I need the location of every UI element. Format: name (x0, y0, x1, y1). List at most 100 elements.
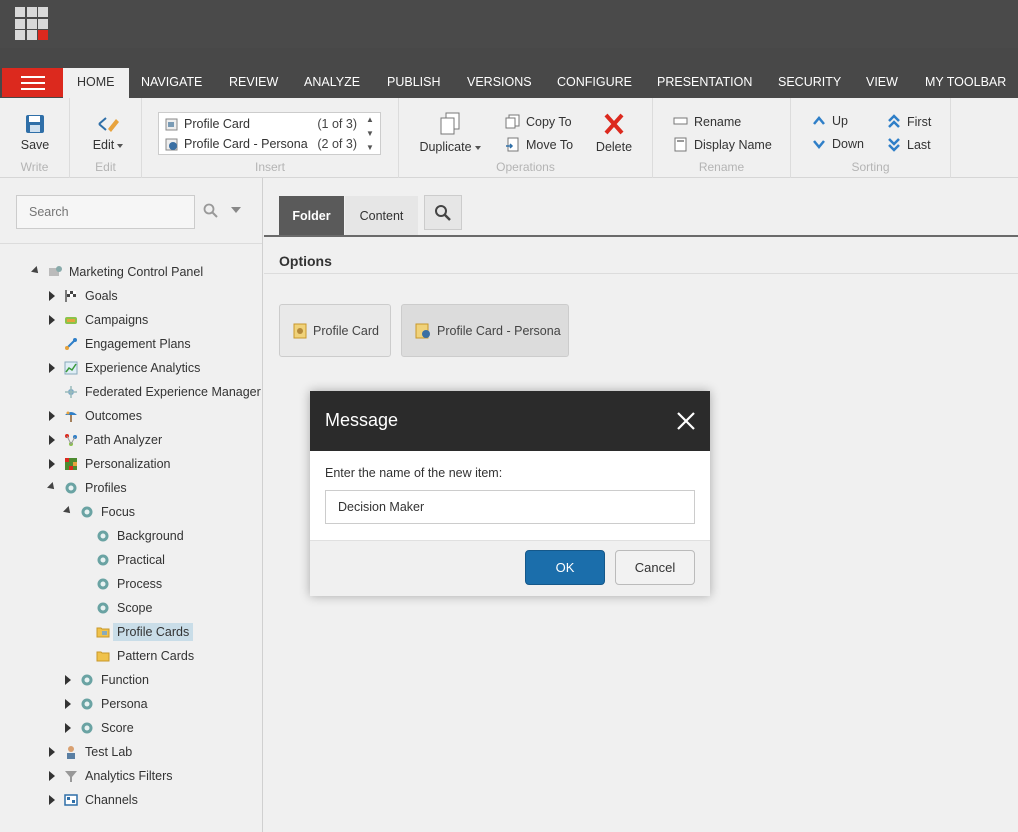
tree-collapsed-icon[interactable] (49, 747, 55, 757)
tree-item-scope[interactable]: Scope (96, 597, 152, 619)
tab-publish[interactable]: PUBLISH (387, 68, 441, 98)
tree-item-pattern-cards[interactable]: Pattern Cards (96, 645, 194, 667)
tab-home[interactable]: HOME (63, 68, 129, 98)
tab-view[interactable]: VIEW (866, 68, 898, 98)
tree-item-federated-experience-manager[interactable]: Federated Experience Manager (64, 381, 261, 403)
tab-navigate[interactable]: NAVIGATE (141, 68, 202, 98)
tree-expanded-icon[interactable] (47, 482, 57, 492)
tree-item-score[interactable]: Score (65, 717, 134, 739)
dialog-prompt: Enter the name of the new item: (325, 466, 503, 480)
tree-collapsed-icon[interactable] (49, 315, 55, 325)
duplicate-button[interactable]: Duplicate (417, 112, 483, 154)
duplicate-icon (440, 112, 460, 135)
tree-item-profiles[interactable]: Profiles (47, 477, 127, 499)
tree-collapsed-icon[interactable] (49, 411, 55, 421)
tree-item-function[interactable]: Function (65, 669, 149, 691)
insert-list-scroll[interactable]: ▲ ▼ ▼ (360, 113, 380, 154)
channels-icon (64, 794, 78, 806)
ribbon-group-sorting: Up Down First Last Sorting (791, 98, 951, 178)
sort-down-button[interactable]: Down (812, 137, 864, 151)
tree-item-campaigns[interactable]: Campaigns (49, 309, 148, 331)
tree-item-background[interactable]: Background (96, 525, 184, 547)
tree-item-profile-cards[interactable]: Profile Cards (96, 621, 194, 643)
double-chevron-down-icon (888, 138, 900, 152)
tree-collapsed-icon[interactable] (65, 675, 71, 685)
item-name-input[interactable] (325, 490, 695, 524)
tab-presentation[interactable]: PRESENTATION (657, 68, 752, 98)
tree-item-practical[interactable]: Practical (96, 549, 165, 571)
experience-analytics-icon (64, 361, 78, 375)
display-name-icon (674, 137, 687, 152)
tab-configure[interactable]: CONFIGURE (557, 68, 632, 98)
path-analyzer-icon (65, 434, 77, 446)
sort-up-button[interactable]: Up (812, 114, 848, 128)
tree-collapsed-icon[interactable] (49, 363, 55, 373)
display-name-button[interactable]: Display Name (673, 137, 772, 152)
goals-flag-icon (65, 290, 76, 302)
tree-item-marketing-control-panel[interactable]: Marketing Control Panel (31, 261, 203, 283)
tree-collapsed-icon[interactable] (49, 459, 55, 469)
tree-item-goals[interactable]: Goals (49, 285, 118, 307)
search-options-chevron-icon[interactable] (231, 207, 241, 213)
sort-first-button[interactable]: First (887, 114, 931, 129)
tree-item-personalization[interactable]: Personalization (49, 453, 170, 475)
profile-key-icon (97, 578, 109, 590)
rename-button[interactable]: Rename (673, 114, 741, 129)
insert-option-profile-card[interactable]: Profile Card (1 of 3) (165, 115, 357, 133)
ok-button[interactable]: OK (525, 550, 605, 585)
delete-button[interactable]: Delete (592, 112, 636, 154)
tab-review[interactable]: REVIEW (229, 68, 278, 98)
profile-key-icon (97, 554, 109, 566)
dialog-header: Message (310, 391, 710, 451)
tree-item-focus[interactable]: Focus (63, 501, 135, 523)
ribbon-group-label: Operations (496, 160, 555, 174)
tree-expanded-icon[interactable] (63, 506, 73, 516)
tab-content[interactable]: Content (345, 196, 418, 236)
tab-my-toolbar[interactable]: MY TOOLBAR (925, 68, 1006, 98)
tab-security[interactable]: SECURITY (778, 68, 841, 98)
tree-item-analytics-filters[interactable]: Analytics Filters (49, 765, 173, 787)
close-icon[interactable] (676, 411, 696, 431)
tree-collapsed-icon[interactable] (65, 723, 71, 733)
tab-analyze[interactable]: ANALYZE (304, 68, 360, 98)
option-profile-card-button[interactable]: Profile Card (279, 304, 391, 357)
ribbon-tab-bar: HOME NAVIGATE REVIEW ANALYZE PUBLISH VER… (0, 48, 1018, 98)
tree-collapsed-icon[interactable] (49, 771, 55, 781)
save-icon (26, 115, 44, 133)
copy-to-button[interactable]: Copy To (505, 114, 572, 129)
launchpad-icon[interactable] (15, 7, 48, 40)
option-profile-card-persona-button[interactable]: Profile Card - Persona (401, 304, 569, 357)
move-to-button[interactable]: Move To (505, 137, 573, 152)
search-input[interactable] (16, 195, 195, 229)
rename-icon (673, 117, 688, 125)
tree-expanded-icon[interactable] (31, 266, 41, 276)
tree-collapsed-icon[interactable] (49, 291, 55, 301)
tree-collapsed-icon[interactable] (49, 795, 55, 805)
search-icon[interactable] (203, 203, 219, 219)
scroll-down-icon[interactable]: ▼ (366, 129, 374, 138)
tree-item-test-lab[interactable]: Test Lab (49, 741, 132, 763)
save-button[interactable]: Save (14, 114, 56, 152)
tree-item-experience-analytics[interactable]: Experience Analytics (49, 357, 200, 379)
sort-last-button[interactable]: Last (887, 137, 931, 152)
tree-item-channels[interactable]: Channels (49, 789, 138, 811)
scroll-up-icon[interactable]: ▲ (366, 115, 374, 124)
chevron-up-icon (813, 116, 825, 125)
tree-item-engagement-plans[interactable]: Engagement Plans (64, 333, 191, 355)
tree-collapsed-icon[interactable] (65, 699, 71, 709)
tab-folder[interactable]: Folder (279, 196, 344, 236)
tree-item-path-analyzer[interactable]: Path Analyzer (49, 429, 162, 451)
tree-item-persona[interactable]: Persona (65, 693, 148, 715)
outcomes-icon (65, 411, 77, 422)
tree-item-process[interactable]: Process (96, 573, 162, 595)
scroll-expand-icon[interactable]: ▼ (366, 143, 374, 152)
menu-icon[interactable] (2, 68, 63, 97)
edit-button[interactable]: Edit (86, 114, 130, 152)
cancel-button[interactable]: Cancel (615, 550, 695, 585)
tree-item-outcomes[interactable]: Outcomes (49, 405, 142, 427)
tree-collapsed-icon[interactable] (49, 435, 55, 445)
search-tab-button[interactable] (424, 195, 462, 230)
tab-versions[interactable]: VERSIONS (467, 68, 532, 98)
insert-option-profile-card-persona[interactable]: Profile Card - Persona (2 of 3) (165, 135, 357, 153)
ribbon-group-write: Save Write (0, 98, 70, 178)
